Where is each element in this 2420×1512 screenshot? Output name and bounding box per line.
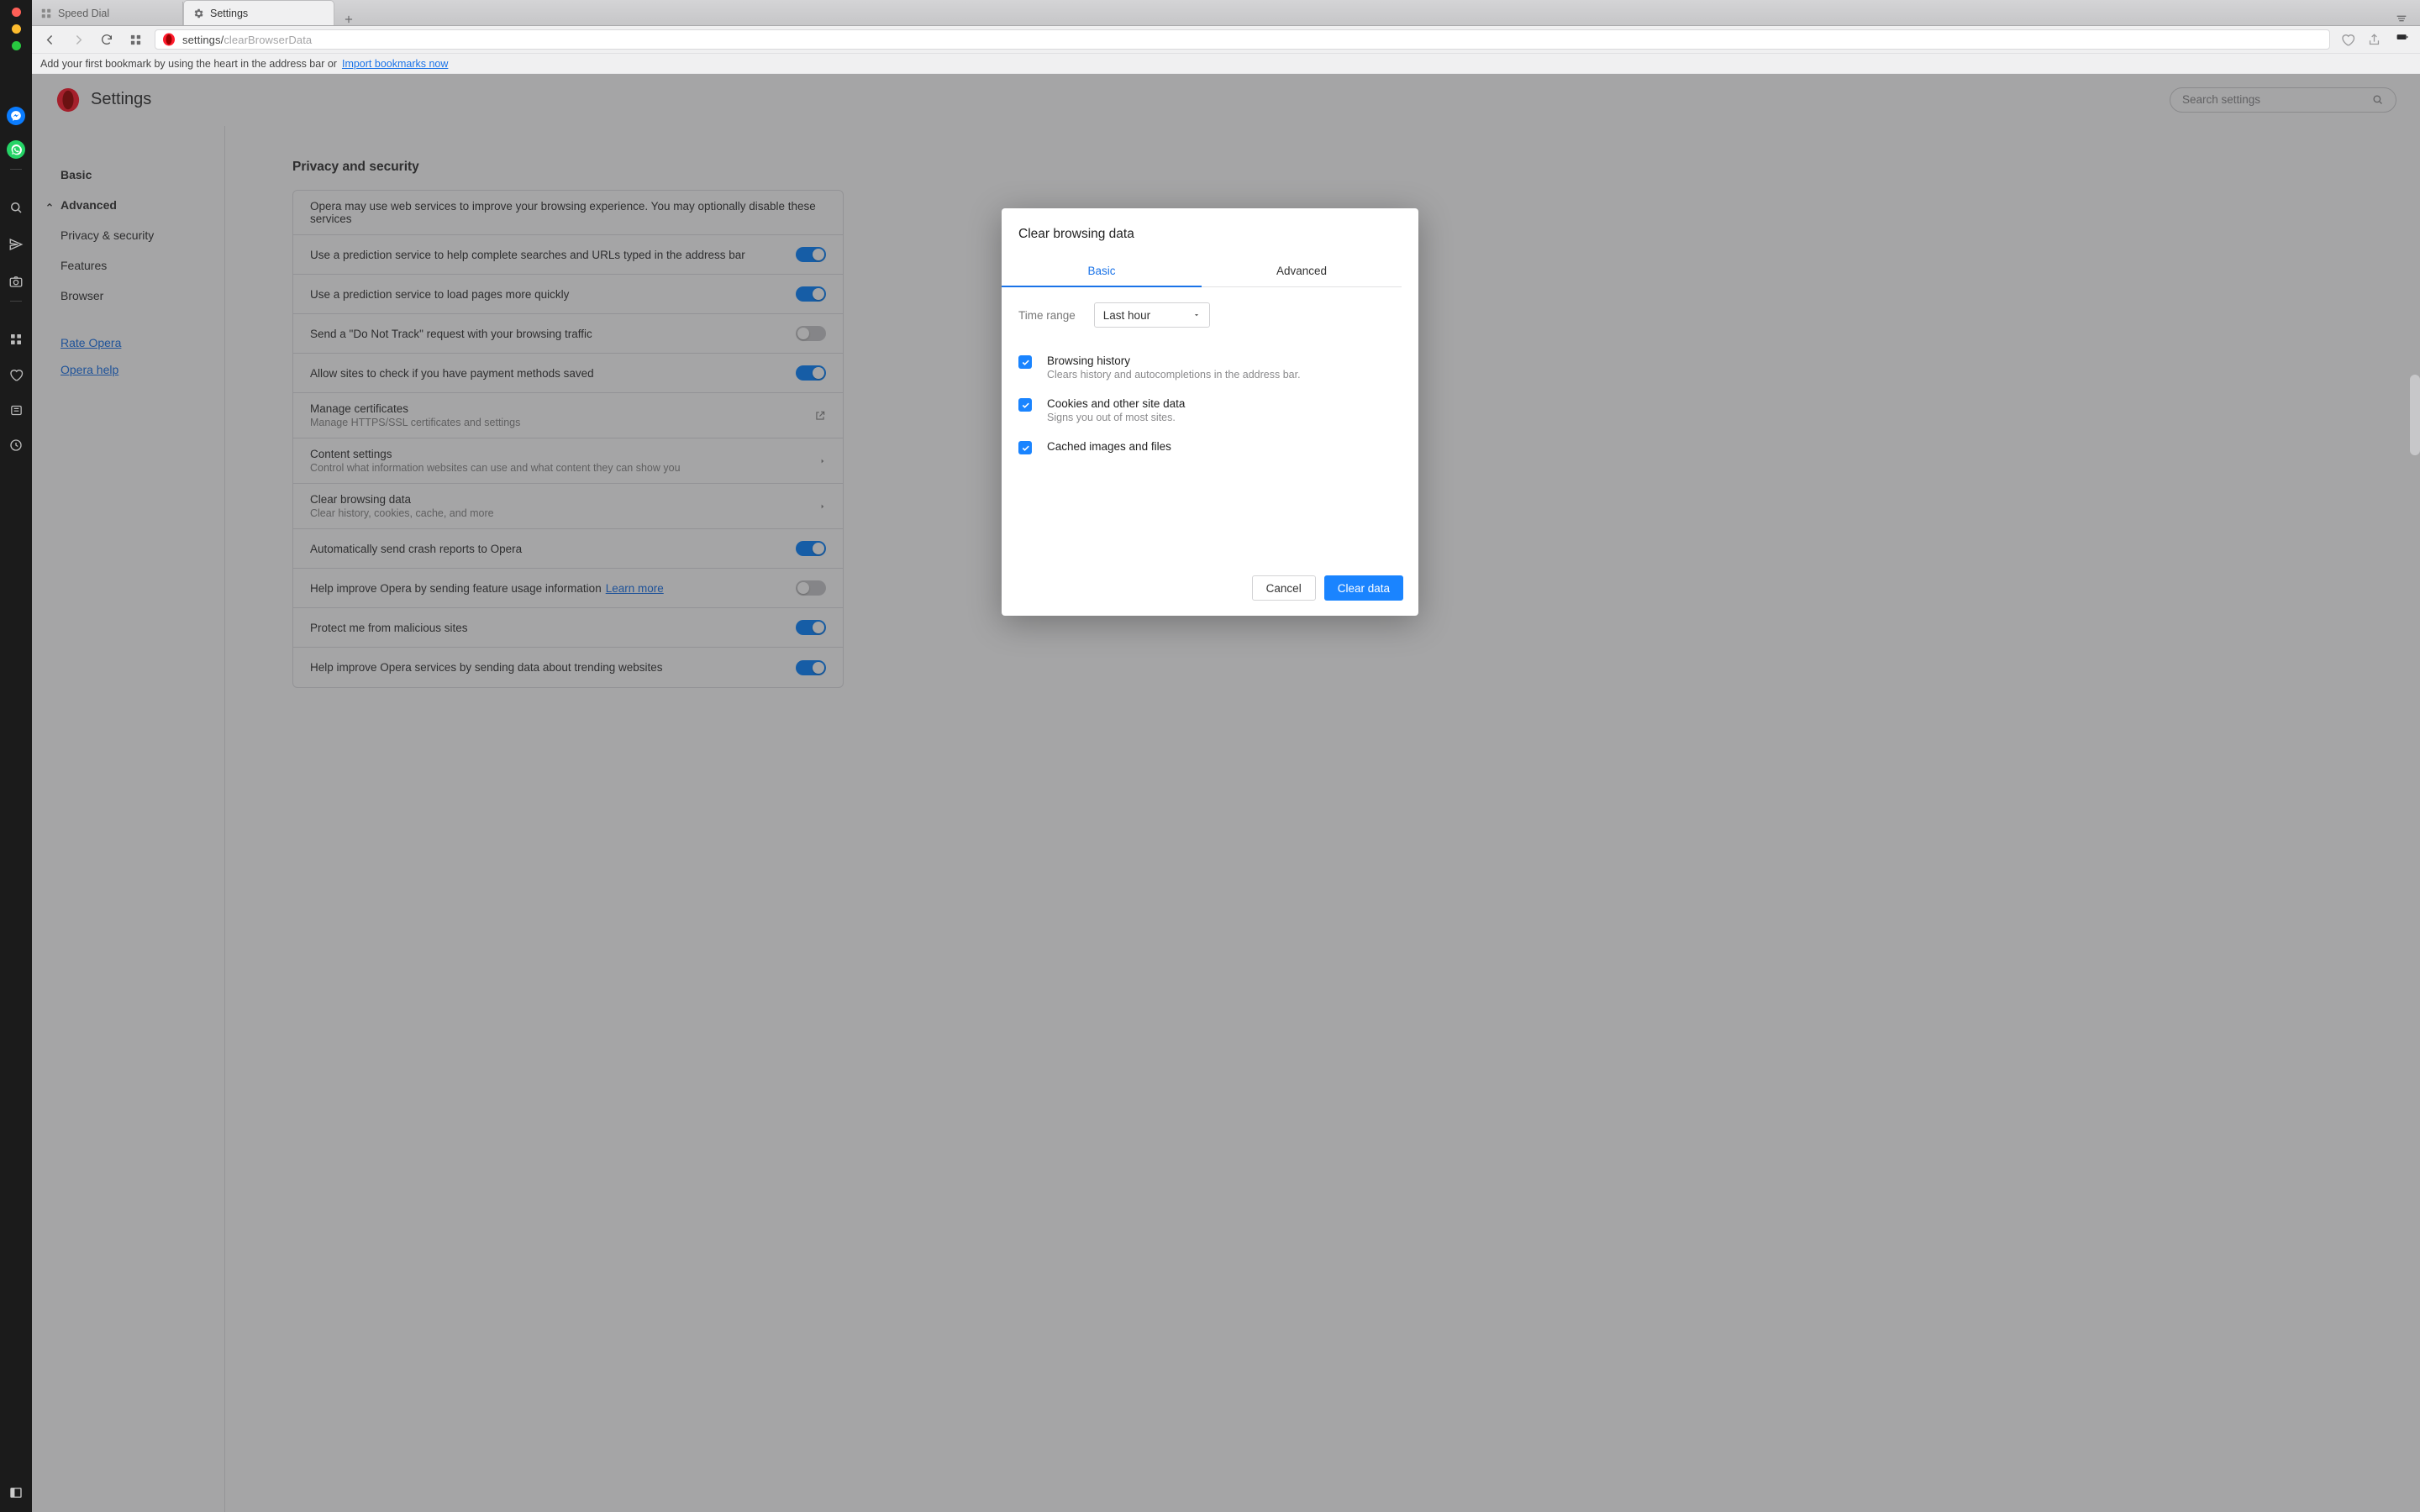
grid-icon[interactable] [7,330,25,349]
speed-dial-button[interactable] [126,30,145,49]
cancel-button[interactable]: Cancel [1252,575,1316,601]
search-icon[interactable] [7,198,25,217]
time-range-select[interactable]: Last hour [1094,302,1210,328]
clear-data-item: Cached images and files [1018,432,1402,463]
tab-label: Settings [210,8,248,19]
checkbox[interactable] [1018,355,1032,369]
tab-strip: Speed Dial Settings [32,0,2420,26]
scrollbar-thumb[interactable] [2410,375,2420,455]
opera-icon [162,33,176,46]
messenger-icon[interactable] [7,107,25,125]
item-title: Browsing history [1047,354,1301,367]
window-min-dot[interactable] [12,24,21,34]
speed-dial-icon [40,8,52,19]
heart-outline-icon[interactable] [2340,32,2355,47]
clear-data-button[interactable]: Clear data [1324,575,1403,601]
bookmark-hint-text: Add your first bookmark by using the hea… [40,58,337,70]
modal-tab-advanced[interactable]: Advanced [1202,255,1402,286]
chevron-down-icon [1192,311,1201,319]
item-subtitle: Clears history and autocompletions in th… [1047,369,1301,381]
clear-data-item: Browsing history Clears history and autoc… [1018,346,1402,389]
camera-icon[interactable] [7,272,25,291]
item-title: Cached images and files [1047,440,1171,453]
panel-toggle-icon[interactable] [8,1485,24,1500]
checkbox[interactable] [1018,398,1032,412]
window-close-dot[interactable] [12,8,21,17]
tabs-menu-button[interactable] [2383,12,2420,25]
gear-icon [192,8,204,19]
item-subtitle: Signs you out of most sites. [1047,412,1185,423]
toolbar: settings/clearBrowserData [32,26,2420,54]
whatsapp-icon[interactable] [7,140,25,159]
send-icon[interactable] [7,235,25,254]
history-icon[interactable] [7,436,25,454]
clear-browsing-data-modal: Clear browsing data Basic Advanced Time … [1002,208,1418,616]
address-bar[interactable]: settings/clearBrowserData [155,29,2330,50]
bookmark-hint-bar: Add your first bookmark by using the hea… [32,54,2420,74]
news-icon[interactable] [7,401,25,419]
clear-data-item: Cookies and other site data Signs you out… [1018,389,1402,432]
share-icon[interactable] [2367,33,2381,47]
back-button[interactable] [40,30,59,49]
time-range-label: Time range [1018,309,1076,322]
import-bookmarks-link[interactable]: Import bookmarks now [342,58,448,70]
address-text: settings/clearBrowserData [182,34,312,46]
mac-sidebar [0,0,32,1512]
modal-title: Clear browsing data [1002,208,1418,250]
modal-tabs: Basic Advanced [1002,255,1402,287]
forward-button[interactable] [69,30,87,49]
battery-icon[interactable] [2393,34,2412,45]
tab-speed-dial[interactable]: Speed Dial [32,2,183,25]
reload-button[interactable] [97,30,116,49]
heart-icon[interactable] [7,365,25,384]
modal-tab-basic[interactable]: Basic [1002,255,1202,286]
new-tab-button[interactable] [334,13,363,25]
tab-settings[interactable]: Settings [183,0,334,25]
item-title: Cookies and other site data [1047,397,1185,410]
window-max-dot[interactable] [12,41,21,50]
tab-label: Speed Dial [58,8,109,19]
checkbox[interactable] [1018,441,1032,454]
